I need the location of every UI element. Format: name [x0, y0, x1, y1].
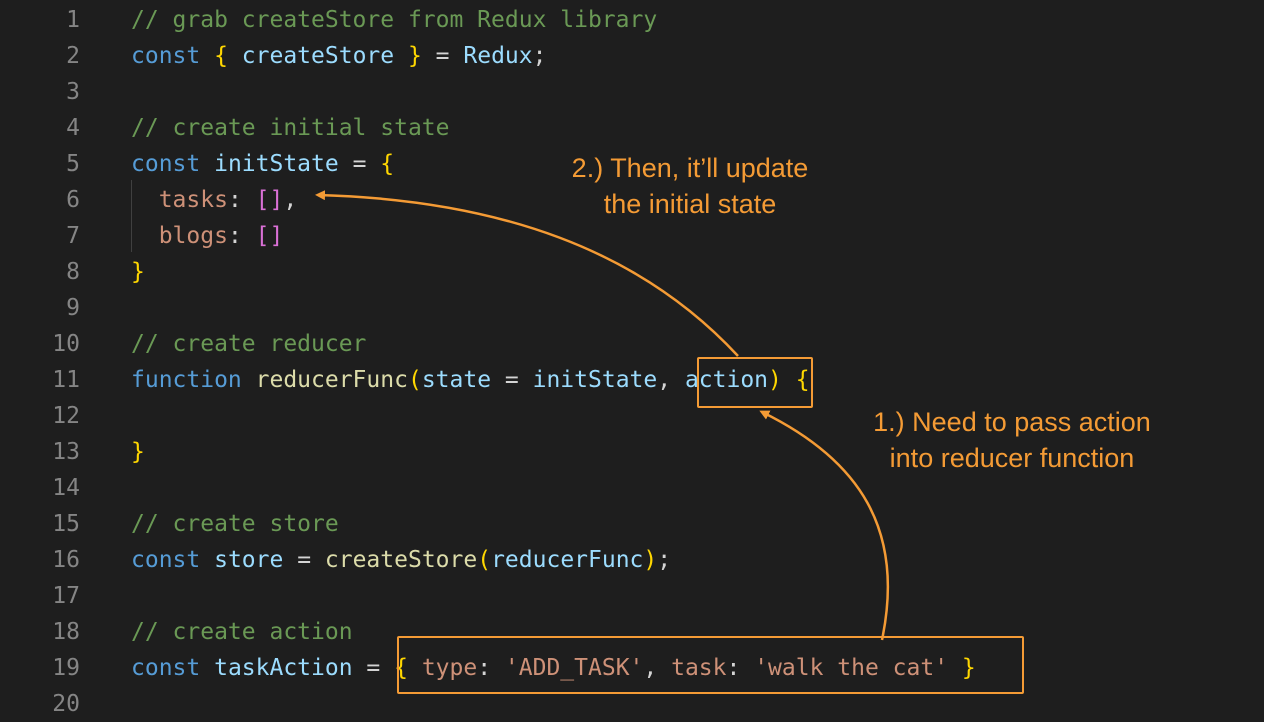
annotation-step-2-line-2: the initial state	[603, 189, 777, 219]
annotation-step-2-line-1: 2.) Then, it’ll update	[571, 153, 809, 183]
annotation-arrows	[315, 190, 890, 641]
annotation-step-1-line-1: 1.) Need to pass action	[873, 407, 1151, 437]
annotation-step-1-line-2: into reducer function	[889, 443, 1135, 473]
annotation-step-2: 2.) Then, it’ll update the initial state	[540, 150, 840, 222]
annotation-step-1: 1.) Need to pass action into reducer fun…	[842, 404, 1182, 476]
code-editor[interactable]: 1// grab createStore from Redux library 2…	[0, 0, 1264, 718]
